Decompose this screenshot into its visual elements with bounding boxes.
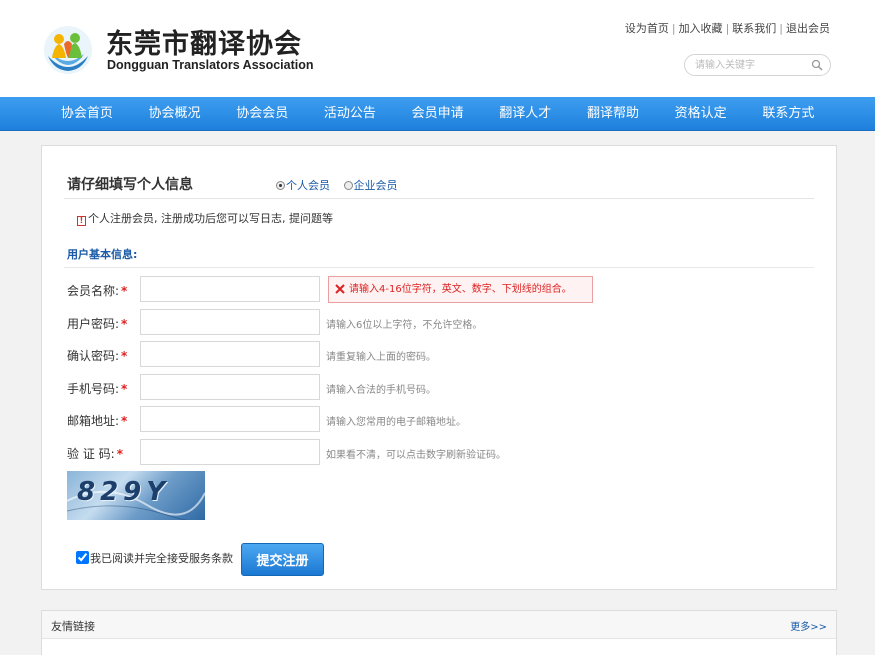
radio-unselected-icon — [343, 181, 353, 190]
form-title: 请仔细填写个人信息 — [67, 177, 193, 193]
section-title: 用户基本信息: — [67, 248, 138, 261]
required-star-icon: * — [121, 382, 128, 396]
field-label: 用户密码: * — [67, 317, 128, 331]
field-row-phone: 手机号码: * 请输入合法的手机号码。 — [67, 374, 817, 400]
radio-label: 个人会员 — [286, 179, 330, 192]
required-star-icon: * — [116, 447, 123, 461]
username-input[interactable] — [140, 276, 320, 302]
field-label: 手机号码: * — [67, 382, 128, 396]
nav-item-home[interactable]: 协会首页 — [43, 97, 131, 130]
search-input[interactable] — [695, 58, 807, 73]
logo-emblem-icon — [44, 26, 92, 74]
member-type-radio-group: 个人会员 企业会员 — [276, 177, 408, 193]
captcha-text: 829Y — [77, 477, 171, 507]
error-text: 请输入4-16位字符，英文、数字、下划线的组合。 — [349, 284, 572, 295]
field-row-email: 邮箱地址: * 请输入您常用的电子邮箱地址。 — [67, 406, 817, 432]
field-row-captcha: 验 证 码: * 如果看不清，可以点击数字刷新验证码。 — [67, 439, 817, 465]
notice-text: 个人注册会员, 注册成功后您可以写日志, 提问题等 — [88, 212, 333, 225]
friend-links-header: 友情链接 更多>> — [42, 611, 836, 639]
nav-item-announcements[interactable]: 活动公告 — [306, 97, 394, 130]
error-x-icon — [335, 284, 345, 294]
radio-label: 企业会员 — [353, 179, 398, 192]
captcha-image[interactable]: 829Y — [67, 471, 205, 520]
radio-personal-member[interactable]: 个人会员 — [276, 177, 330, 193]
field-row-password: 用户密码: * 请输入6位以上字符，不允许空格。 — [67, 309, 817, 335]
phone-input[interactable] — [140, 374, 320, 400]
site-header: 东莞市翻译协会 Dongguan Translators Association… — [0, 0, 875, 97]
search-icon[interactable] — [811, 59, 823, 71]
nav-item-overview[interactable]: 协会概况 — [131, 97, 219, 130]
required-star-icon: * — [121, 317, 128, 331]
field-hint: 如果看不清，可以点击数字刷新验证码。 — [326, 450, 506, 461]
nav-item-certification[interactable]: 资格认定 — [657, 97, 745, 130]
divider — [64, 267, 814, 268]
field-label: 确认密码: * — [67, 349, 128, 363]
separator: | — [725, 22, 730, 35]
add-favorite-link[interactable]: 加入收藏 — [679, 22, 723, 35]
nav-item-members[interactable]: 协会会员 — [218, 97, 306, 130]
notice: ! 个人注册会员, 注册成功后您可以写日志, 提问题等 — [77, 210, 333, 226]
field-label: 会员名称: * — [67, 284, 128, 298]
field-hint: 请输入合法的手机号码。 — [326, 385, 436, 396]
separator: | — [671, 22, 676, 35]
required-star-icon: * — [121, 414, 128, 428]
field-label: 邮箱地址: * — [67, 414, 128, 428]
nav-item-help[interactable]: 翻译帮助 — [569, 97, 657, 130]
logout-link[interactable]: 退出会员 — [786, 22, 830, 35]
required-star-icon: * — [121, 349, 128, 363]
email-input[interactable] — [140, 406, 320, 432]
contact-us-link[interactable]: 联系我们 — [732, 22, 776, 35]
warning-icon: ! — [77, 216, 86, 226]
confirm-password-input[interactable] — [140, 341, 320, 367]
logo-english-name: Dongguan Translators Association — [107, 58, 314, 72]
site-logo[interactable]: 东莞市翻译协会 Dongguan Translators Association — [42, 22, 322, 78]
agree-text: 我已阅读并完全接受服务条款 — [90, 552, 233, 565]
field-hint: 请输入您常用的电子邮箱地址。 — [326, 417, 466, 428]
agree-checkbox[interactable] — [76, 551, 89, 564]
error-message: 请输入4-16位字符，英文、数字、下划线的组合。 — [328, 276, 593, 303]
top-links: 设为首页 | 加入收藏 | 联系我们 | 退出会员 — [625, 20, 830, 36]
friend-links-panel: 友情链接 更多>> — [41, 610, 837, 655]
submit-register-button[interactable]: 提交注册 — [241, 543, 324, 576]
separator: | — [779, 22, 783, 35]
password-input[interactable] — [140, 309, 320, 335]
radio-enterprise-member[interactable]: 企业会员 — [343, 177, 398, 193]
field-row-username: 会员名称: * 请输入4-16位字符，英文、数字、下划线的组合。 — [67, 276, 817, 303]
agree-terms[interactable]: 我已阅读并完全接受服务条款 — [76, 550, 233, 566]
set-homepage-link[interactable]: 设为首页 — [625, 22, 669, 35]
field-hint: 请输入6位以上字符，不允许空格。 — [326, 320, 483, 331]
field-row-confirm-password: 确认密码: * 请重复输入上面的密码。 — [67, 341, 817, 367]
captcha-input[interactable] — [140, 439, 320, 465]
required-star-icon: * — [121, 284, 128, 298]
nav-item-apply[interactable]: 会员申请 — [394, 97, 482, 130]
registration-panel: 请仔细填写个人信息 个人会员 企业会员 ! 个人注册会员, 注册成功后您可以写日志… — [41, 145, 837, 590]
nav-item-contact[interactable]: 联系方式 — [745, 97, 833, 130]
search-box — [684, 54, 831, 76]
field-label: 验 证 码: * — [67, 447, 123, 461]
radio-selected-icon — [276, 181, 285, 190]
logo-chinese-name: 东莞市翻译协会 — [106, 29, 302, 60]
main-nav: 协会首页 协会概况 协会会员 活动公告 会员申请 翻译人才 翻译帮助 资格认定 … — [0, 97, 875, 131]
divider — [64, 198, 814, 199]
field-hint: 请重复输入上面的密码。 — [326, 352, 436, 363]
more-link[interactable]: 更多>> — [790, 618, 827, 633]
nav-item-talent[interactable]: 翻译人才 — [481, 97, 569, 130]
friend-links-title: 友情链接 — [51, 620, 95, 633]
